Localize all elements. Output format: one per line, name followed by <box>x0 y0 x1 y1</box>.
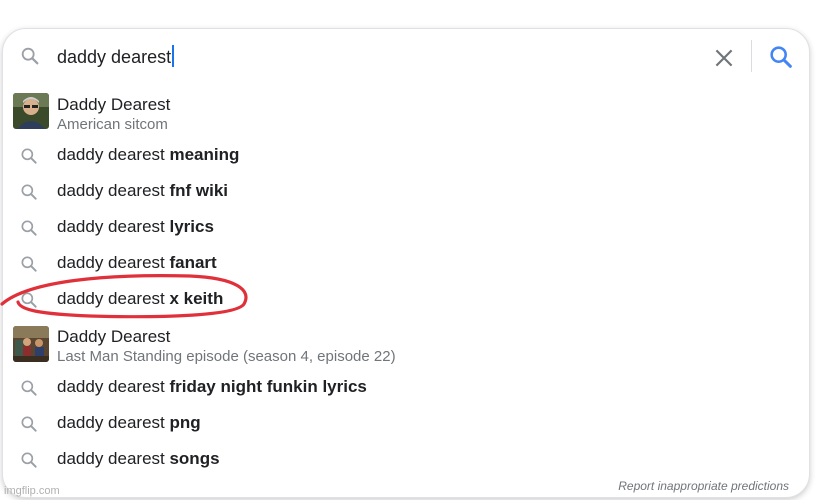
suggestion-completion: lyrics <box>169 217 214 236</box>
search-icon <box>21 380 37 396</box>
search-submit-icon[interactable] <box>767 43 795 71</box>
suggestion-subtitle: Last Man Standing episode (season 4, epi… <box>57 348 396 365</box>
suggestion-completion: fnf wiki <box>169 181 229 200</box>
search-icon <box>21 416 37 432</box>
search-divider <box>751 40 752 72</box>
suggestion-text: daddy dearest songs <box>57 448 220 470</box>
suggestion-completion: png <box>169 413 201 432</box>
suggestion-prefix: daddy dearest <box>57 377 170 396</box>
suggestion-entity-episode[interactable]: Daddy Dearest Last Man Standing episode … <box>3 322 809 365</box>
search-input[interactable]: daddy dearest <box>57 45 175 69</box>
sitcom-thumbnail <box>13 93 49 129</box>
suggestion-prefix: daddy dearest <box>57 449 170 468</box>
episode-thumbnail <box>13 326 49 362</box>
search-query-text: daddy dearest <box>57 47 172 67</box>
watermark-text: imgflip.com <box>4 485 60 497</box>
suggestion-prefix: daddy dearest <box>57 145 170 164</box>
suggestion-item[interactable]: daddy dearest fnf wiki <box>3 180 809 210</box>
suggestion-text: daddy dearest x keith <box>57 288 223 310</box>
report-predictions-link[interactable]: Report inappropriate predictions <box>618 479 789 493</box>
suggestion-item[interactable]: daddy dearest meaning <box>3 144 809 174</box>
clear-icon[interactable] <box>711 45 737 71</box>
suggestion-item[interactable]: daddy dearest lyrics <box>3 216 809 246</box>
search-icon <box>21 220 37 236</box>
search-icon <box>21 47 39 65</box>
text-caret <box>172 45 175 67</box>
suggestion-prefix: daddy dearest <box>57 181 170 200</box>
suggestion-prefix: daddy dearest <box>57 289 170 308</box>
suggestion-text: daddy dearest lyrics <box>57 216 214 238</box>
suggestion-item[interactable]: daddy dearest songs <box>3 448 809 478</box>
search-icon <box>21 452 37 468</box>
suggestion-completion: meaning <box>169 145 240 164</box>
suggestion-text: daddy dearest png <box>57 412 201 434</box>
suggestion-item[interactable]: daddy dearest fanart <box>3 252 809 282</box>
suggestion-completion: x keith <box>169 289 224 308</box>
suggestion-title: Daddy Dearest <box>57 327 171 346</box>
suggestion-prefix: daddy dearest <box>57 217 170 236</box>
suggestion-item[interactable]: daddy dearest png <box>3 412 809 442</box>
suggestion-title: Daddy Dearest <box>57 95 171 114</box>
suggestion-text: daddy dearest fnf wiki <box>57 180 228 202</box>
suggestion-text: daddy dearest friday night funkin lyrics <box>57 376 367 398</box>
suggestion-item[interactable]: daddy dearest friday night funkin lyrics <box>3 376 809 406</box>
suggestion-prefix: daddy dearest <box>57 253 170 272</box>
suggestion-subtitle: American sitcom <box>57 116 168 133</box>
suggestion-completion: fanart <box>169 253 217 272</box>
suggestion-completion: songs <box>169 449 220 468</box>
search-box: daddy dearest Daddy Dearest American sit… <box>2 28 810 498</box>
suggestion-prefix: daddy dearest <box>57 413 170 432</box>
suggestion-text: daddy dearest fanart <box>57 252 217 274</box>
search-icon <box>21 148 37 164</box>
suggestion-item-circled[interactable]: daddy dearest x keith <box>3 288 809 318</box>
search-icon <box>21 184 37 200</box>
search-icon <box>21 292 37 308</box>
suggestion-text: daddy dearest meaning <box>57 144 239 166</box>
search-icon <box>21 256 37 272</box>
search-bar: daddy dearest <box>3 29 809 85</box>
suggestion-entity-sitcom[interactable]: Daddy Dearest American sitcom <box>3 91 809 133</box>
suggestion-completion: friday night funkin lyrics <box>169 377 367 396</box>
